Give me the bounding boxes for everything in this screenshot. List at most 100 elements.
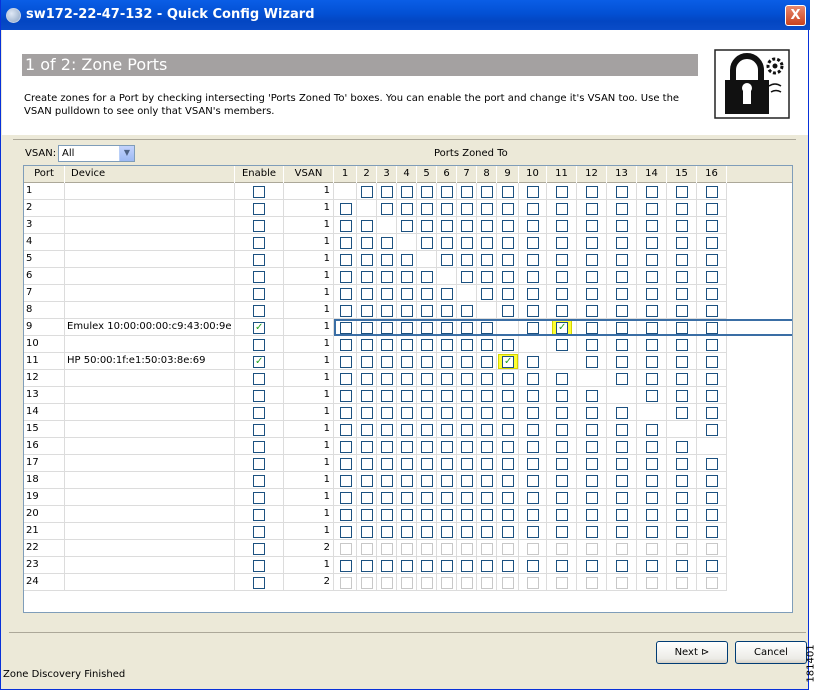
zone-checkbox[interactable]	[441, 390, 453, 402]
zone-checkbox[interactable]	[527, 237, 539, 249]
zone-checkbox[interactable]	[481, 339, 493, 351]
zone-checkbox[interactable]	[381, 254, 393, 266]
enable-checkbox[interactable]	[253, 373, 265, 385]
zone-checkbox[interactable]	[556, 441, 568, 453]
zone-checkbox[interactable]	[481, 560, 493, 572]
zone-checkbox[interactable]	[646, 356, 658, 368]
zone-checkbox[interactable]	[586, 288, 598, 300]
zone-checkbox[interactable]	[401, 271, 413, 283]
zone-checkbox[interactable]	[421, 203, 433, 215]
zone-checkbox[interactable]	[586, 441, 598, 453]
zone-checkbox[interactable]	[361, 509, 373, 521]
zone-checkbox[interactable]	[556, 320, 568, 335]
zone-checkbox[interactable]	[586, 543, 598, 555]
zone-checkbox[interactable]	[421, 543, 433, 555]
zone-checkbox[interactable]	[706, 475, 718, 487]
zone-checkbox[interactable]	[441, 220, 453, 232]
zone-checkbox[interactable]	[481, 441, 493, 453]
zone-checkbox[interactable]	[461, 458, 473, 470]
zone-checkbox[interactable]	[676, 237, 688, 249]
zone-checkbox[interactable]	[361, 492, 373, 504]
zone-checkbox[interactable]	[421, 560, 433, 572]
zone-checkbox[interactable]	[481, 220, 493, 232]
zone-checkbox[interactable]	[421, 271, 433, 283]
close-button[interactable]: X	[785, 5, 806, 26]
enable-checkbox[interactable]	[253, 288, 265, 300]
column-header-vsan[interactable]: VSAN	[284, 166, 334, 183]
zone-checkbox[interactable]	[586, 475, 598, 487]
zone-checkbox[interactable]	[421, 305, 433, 317]
zone-checkbox[interactable]	[586, 237, 598, 249]
zone-checkbox[interactable]	[646, 526, 658, 538]
zone-checkbox[interactable]	[340, 220, 352, 232]
zone-checkbox[interactable]	[421, 220, 433, 232]
zone-checkbox[interactable]	[401, 373, 413, 385]
zone-checkbox[interactable]	[381, 577, 393, 589]
zone-checkbox[interactable]	[646, 305, 658, 317]
zone-checkbox[interactable]	[340, 237, 352, 249]
zone-checkbox[interactable]	[461, 577, 473, 589]
zone-checkbox[interactable]	[421, 407, 433, 419]
zone-checkbox[interactable]	[527, 441, 539, 453]
zone-checkbox[interactable]	[381, 237, 393, 249]
zone-checkbox[interactable]	[586, 407, 598, 419]
enable-checkbox[interactable]	[253, 526, 265, 538]
zone-checkbox[interactable]	[441, 186, 453, 198]
zone-checkbox[interactable]	[441, 424, 453, 436]
zone-checkbox[interactable]	[646, 322, 658, 334]
zone-checkbox[interactable]	[461, 373, 473, 385]
zone-checkbox[interactable]	[381, 543, 393, 555]
zone-checkbox[interactable]	[441, 509, 453, 521]
zone-checkbox[interactable]	[401, 390, 413, 402]
zone-checkbox[interactable]	[381, 203, 393, 215]
table-row[interactable]: 16 1	[24, 438, 792, 455]
zone-checkbox[interactable]	[481, 203, 493, 215]
zone-checkbox[interactable]	[676, 560, 688, 572]
zone-checkbox[interactable]	[340, 441, 352, 453]
zone-checkbox[interactable]	[421, 186, 433, 198]
zone-checkbox[interactable]	[361, 441, 373, 453]
zone-checkbox[interactable]	[401, 441, 413, 453]
zone-checkbox[interactable]	[340, 526, 352, 538]
zone-checkbox[interactable]	[706, 186, 718, 198]
zone-checkbox[interactable]	[616, 254, 628, 266]
zone-checkbox[interactable]	[441, 237, 453, 249]
zone-checkbox[interactable]	[421, 526, 433, 538]
enable-checkbox[interactable]	[253, 305, 265, 317]
zone-checkbox[interactable]	[481, 543, 493, 555]
zone-checkbox[interactable]	[527, 220, 539, 232]
zone-checkbox[interactable]	[441, 577, 453, 589]
zone-checkbox[interactable]	[481, 237, 493, 249]
zone-checkbox[interactable]	[461, 322, 473, 334]
zone-checkbox[interactable]	[461, 356, 473, 368]
zone-checkbox[interactable]	[461, 441, 473, 453]
zone-checkbox[interactable]	[381, 560, 393, 572]
zone-checkbox[interactable]	[676, 203, 688, 215]
zone-checkbox[interactable]	[441, 543, 453, 555]
enable-checkbox[interactable]	[253, 237, 265, 249]
zone-checkbox[interactable]	[502, 543, 514, 555]
column-header-port[interactable]: Port	[24, 166, 65, 183]
zone-checkbox[interactable]	[421, 322, 433, 334]
zone-checkbox[interactable]	[556, 577, 568, 589]
zone-checkbox[interactable]	[481, 577, 493, 589]
zone-checkbox[interactable]	[340, 407, 352, 419]
zone-checkbox[interactable]	[527, 424, 539, 436]
zone-checkbox[interactable]	[556, 509, 568, 521]
zone-checkbox[interactable]	[616, 203, 628, 215]
table-row[interactable]: 14 1	[24, 404, 792, 421]
table-row[interactable]: 12 1	[24, 370, 792, 387]
zone-checkbox[interactable]	[340, 305, 352, 317]
zone-checkbox[interactable]	[340, 322, 352, 334]
zone-checkbox[interactable]	[586, 220, 598, 232]
zone-checkbox[interactable]	[361, 475, 373, 487]
zone-checkbox[interactable]	[441, 441, 453, 453]
enable-checkbox[interactable]	[253, 354, 265, 369]
zone-checkbox[interactable]	[706, 203, 718, 215]
zone-checkbox[interactable]	[676, 390, 688, 402]
title-bar[interactable]: sw172-22-47-132 - Quick Config Wizard X	[1, 0, 810, 30]
zone-checkbox[interactable]	[676, 543, 688, 555]
zone-checkbox[interactable]	[646, 475, 658, 487]
zone-checkbox[interactable]	[646, 220, 658, 232]
zone-checkbox[interactable]	[556, 339, 568, 351]
